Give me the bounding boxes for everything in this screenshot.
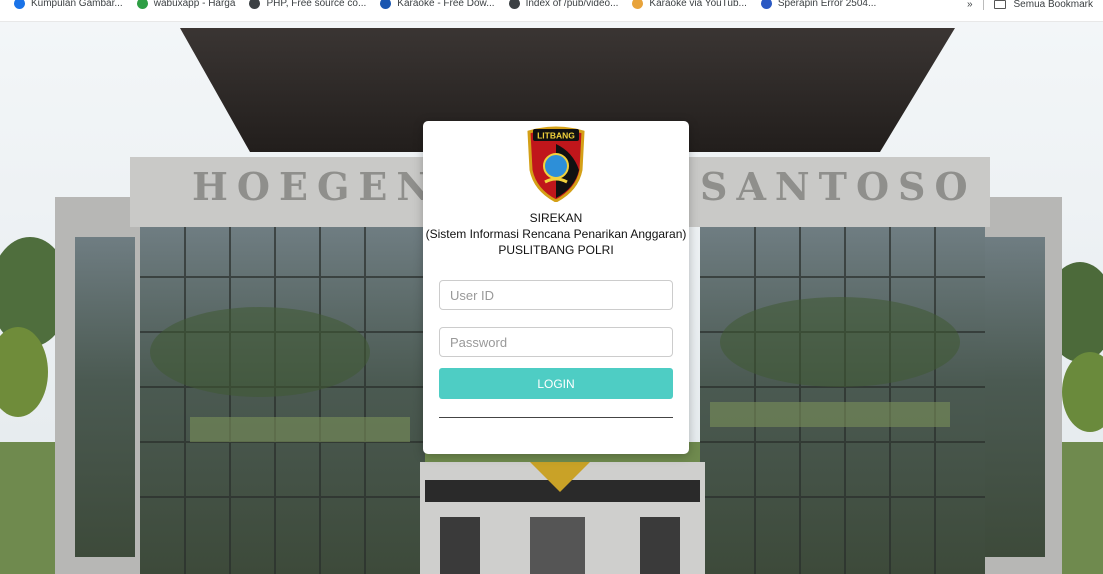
folder-icon [993,0,1006,9]
bookmark-favicon-icon [14,0,25,9]
bookmarks-bar: Kumpulan Gambar... wabuxapp - Harga PHP,… [0,0,1103,22]
logo-text: LITBANG [537,131,575,141]
password-input[interactable] [439,327,673,357]
bookmark-item[interactable]: Karaoke - Free Dow... [380,0,495,15]
card-divider [439,417,673,418]
bookmark-favicon-icon [508,0,520,9]
bookmark-favicon-icon [380,0,392,9]
app-subtitle: (Sistem Informasi Rencana Penarikan Angg… [425,227,687,241]
login-card: LITBANG SIREKAN (Sistem Informasi Rencan… [423,121,689,454]
bookmark-label: wabuxapp - Harga [153,0,236,9]
bookmark-item[interactable]: PHP, Free source co... [249,0,366,15]
bookmark-label: Karaoke via YouTub... [649,0,747,9]
bookmark-item[interactable]: wabuxapp - Harga [136,0,236,15]
bookmark-favicon-icon [760,0,772,9]
bookmark-favicon-icon [632,0,644,9]
bookmark-label: Karaoke - Free Dow... [397,0,495,9]
bookmark-favicon-icon [249,0,261,9]
app-title: SIREKAN [529,211,583,225]
litbang-emblem-icon: LITBANG [527,126,585,202]
bookmark-label: Index of /pub/video... [525,0,619,9]
bookmark-item[interactable]: Index of /pub/video... [508,0,619,15]
bookmark-label: Kumpulan Gambar... [31,0,123,9]
bookmark-label: PHP, Free source co... [266,0,367,9]
login-button[interactable]: LOGIN [439,368,673,399]
bookmark-item[interactable]: Kumpulan Gambar... [14,0,123,15]
bookmark-favicon-icon [136,0,148,9]
organization-name: PUSLITBANG POLRI [498,243,614,257]
bookmark-item[interactable]: Sperapin Error 2504... [760,0,877,15]
all-bookmarks-button[interactable]: Semua Bookmark [1014,0,1093,10]
bookmark-item[interactable]: Karaoke via YouTub... [632,0,747,15]
building-sign-right: SANTOSO [700,164,977,209]
bookmarks-separator [982,0,984,10]
bookmarks-right: » Semua Bookmark [967,0,1093,15]
bookmarks-overflow-button[interactable]: » [967,0,973,10]
user-id-input[interactable] [439,280,673,310]
bookmark-label: Sperapin Error 2504... [777,0,877,9]
